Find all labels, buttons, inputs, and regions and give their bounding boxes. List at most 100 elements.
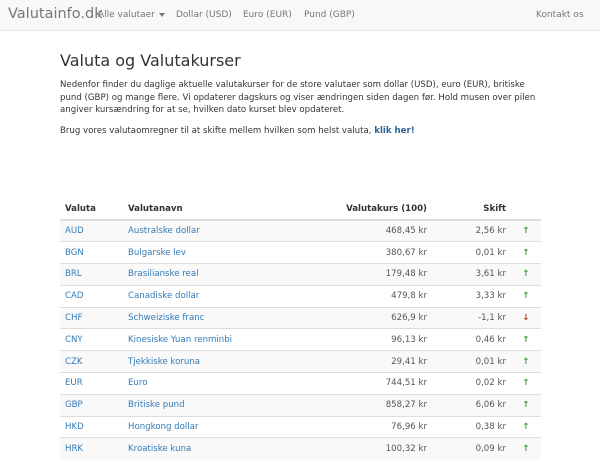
nav-all-currencies-label: Alle valutaer — [98, 10, 155, 20]
currency-code-link[interactable]: HRK — [65, 444, 83, 454]
table-row: CNY Kinesiske Yuan renminbi 96,13 kr 0,46 k… — [60, 328, 541, 351]
currency-change: 0,09 kr — [432, 437, 511, 460]
header-change: Skift — [432, 198, 511, 221]
converter-cta: Brug vores valutaomregner til at skifte … — [60, 125, 540, 137]
change-arrow-cell: ↑ — [511, 263, 541, 286]
currency-code-cell: CNY — [60, 328, 123, 351]
currency-code-link[interactable]: BGN — [65, 248, 84, 258]
currency-code-link[interactable]: CNY — [65, 335, 83, 345]
nav-all-currencies[interactable]: Alle valutaer — [98, 10, 165, 20]
currency-change: 0,01 kr — [432, 241, 511, 264]
currency-rate: 626,9 kr — [273, 306, 432, 329]
currency-rate: 380,67 kr — [273, 241, 432, 264]
currency-change: 0,01 kr — [432, 350, 511, 373]
arrow-up-icon[interactable]: ↑ — [522, 400, 529, 410]
arrow-up-icon[interactable]: ↑ — [522, 335, 529, 345]
currency-change: 0,46 kr — [432, 328, 511, 351]
currency-name-cell: Kroatiske kuna — [123, 437, 273, 460]
currency-change: 3,33 kr — [432, 284, 511, 308]
currency-code-link[interactable]: CZK — [65, 357, 83, 367]
arrow-up-icon[interactable]: ↑ — [522, 248, 529, 258]
currency-code-link[interactable]: EUR — [65, 378, 83, 388]
header-rate: Valutakurs (100) — [273, 198, 432, 221]
currency-change: 0,38 kr — [432, 415, 511, 438]
currency-code-link[interactable]: CAD — [65, 291, 84, 301]
table-row: HKD Hongkong dollar 76,96 kr 0,38 kr ↑ — [60, 415, 541, 438]
arrow-up-icon[interactable]: ↑ — [522, 226, 529, 236]
currency-name-link[interactable]: Schweiziske franc — [128, 313, 204, 323]
change-arrow-cell: ↑ — [511, 372, 541, 395]
currency-rate: 100,32 kr — [273, 437, 432, 460]
arrow-up-icon[interactable]: ↑ — [522, 269, 529, 279]
currency-name-link[interactable]: Kroatiske kuna — [128, 444, 191, 454]
currency-name-link[interactable]: Kinesiske Yuan renminbi — [128, 335, 232, 345]
header-currency: Valuta — [60, 198, 123, 221]
currency-name-link[interactable]: Canadiske dollar — [128, 291, 199, 301]
currency-code-link[interactable]: GBP — [65, 400, 83, 410]
currency-name-link[interactable]: Britiske pund — [128, 400, 185, 410]
currency-code-link[interactable]: HKD — [65, 422, 84, 432]
nav-contact[interactable]: Kontakt os — [536, 10, 584, 20]
currency-code-link[interactable]: BRL — [65, 269, 82, 279]
change-arrow-cell: ↑ — [511, 415, 541, 438]
table-row: HRK Kroatiske kuna 100,32 kr 0,09 kr ↑ — [60, 437, 541, 460]
arrow-down-icon[interactable]: ↓ — [522, 313, 529, 323]
currency-name-link[interactable]: Bulgarske lev — [128, 248, 186, 258]
currency-code-link[interactable]: CHF — [65, 313, 82, 323]
converter-link[interactable]: klik her! — [374, 126, 414, 136]
change-arrow-cell: ↑ — [511, 393, 541, 417]
converter-cta-text: Brug vores valutaomregner til at skifte … — [60, 125, 372, 136]
currency-change: 3,61 kr — [432, 263, 511, 286]
brand-link[interactable]: Valutainfo.dk — [8, 6, 103, 22]
change-arrow-cell: ↑ — [511, 284, 541, 308]
currency-rate: 96,13 kr — [273, 328, 432, 351]
arrow-up-icon[interactable]: ↑ — [522, 378, 529, 388]
currency-code-cell: GBP — [60, 393, 123, 417]
currency-table: Valuta Valutanavn Valutakurs (100) Skift… — [60, 198, 541, 460]
currency-change: 0,02 kr — [432, 372, 511, 395]
table-row: AUD Australske dollar 468,45 kr 2,56 kr ↑ — [60, 219, 541, 242]
nav-pound[interactable]: Pund (GBP) — [304, 10, 355, 20]
currency-name-link[interactable]: Australske dollar — [128, 226, 200, 236]
currency-code-cell: AUD — [60, 219, 123, 242]
currency-change: -1,1 kr — [432, 306, 511, 329]
currency-rate: 76,96 kr — [273, 415, 432, 438]
change-arrow-cell: ↑ — [511, 328, 541, 351]
currency-name-cell: Bulgarske lev — [123, 241, 273, 264]
currency-name-link[interactable]: Euro — [128, 378, 147, 388]
currency-rate: 468,45 kr — [273, 219, 432, 242]
currency-code-cell: BRL — [60, 263, 123, 286]
nav-dollar[interactable]: Dollar (USD) — [176, 10, 232, 20]
table-row: GBP Britiske pund 858,27 kr 6,06 kr ↑ — [60, 393, 541, 417]
arrow-up-icon[interactable]: ↑ — [522, 357, 529, 367]
nav-euro[interactable]: Euro (EUR) — [243, 10, 292, 20]
currency-rate: 744,51 kr — [273, 372, 432, 395]
change-arrow-cell: ↑ — [511, 350, 541, 373]
currency-name-link[interactable]: Tjekkiske koruna — [128, 357, 200, 367]
currency-name-link[interactable]: Brasilianske real — [128, 269, 199, 279]
currency-change: 2,56 kr — [432, 219, 511, 242]
currency-name-link[interactable]: Hongkong dollar — [128, 422, 198, 432]
currency-name-cell: Kinesiske Yuan renminbi — [123, 328, 273, 351]
arrow-up-icon[interactable]: ↑ — [522, 422, 529, 432]
table-row: EUR Euro 744,51 kr 0,02 kr ↑ — [60, 372, 541, 395]
caret-down-icon — [158, 12, 165, 17]
change-arrow-cell: ↓ — [511, 306, 541, 329]
currency-name-cell: Hongkong dollar — [123, 415, 273, 438]
currency-rate: 179,48 kr — [273, 263, 432, 286]
currency-code-link[interactable]: AUD — [65, 226, 84, 236]
table-row: CAD Canadiske dollar 479,8 kr 3,33 kr ↑ — [60, 284, 541, 308]
currency-code-cell: CHF — [60, 306, 123, 329]
currency-name-cell: Australske dollar — [123, 219, 273, 242]
currency-code-cell: HRK — [60, 437, 123, 460]
arrow-up-icon[interactable]: ↑ — [522, 291, 529, 301]
currency-code-cell: BGN — [60, 241, 123, 264]
table-row: BRL Brasilianske real 179,48 kr 3,61 kr ↑ — [60, 263, 541, 286]
currency-rate: 479,8 kr — [273, 284, 432, 308]
currency-rate: 29,41 kr — [273, 350, 432, 373]
change-arrow-cell: ↑ — [511, 437, 541, 460]
header-arrow — [511, 198, 541, 221]
table-row: BGN Bulgarske lev 380,67 kr 0,01 kr ↑ — [60, 241, 541, 264]
arrow-up-icon[interactable]: ↑ — [522, 444, 529, 454]
currency-code-cell: HKD — [60, 415, 123, 438]
